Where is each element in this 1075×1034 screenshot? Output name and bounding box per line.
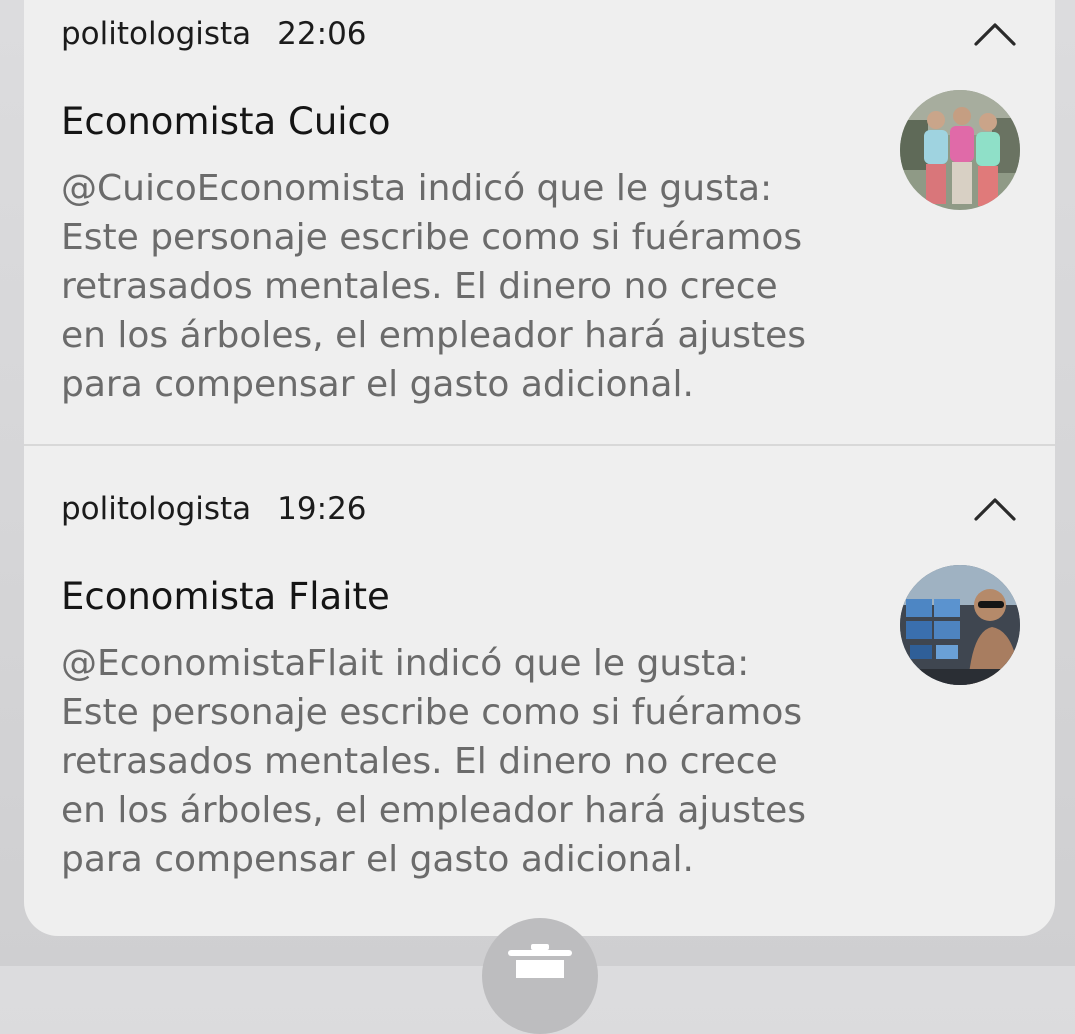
notification-body: @CuicoEconomista indicó que le gusta: Es… (61, 164, 861, 409)
clear-all-button[interactable] (482, 918, 598, 1034)
notification-group: politologista 22:06 Economista Cuico @Cu… (24, 0, 1055, 936)
app-name: politologista (61, 16, 252, 52)
notification-header: politologista 22:06 (61, 12, 367, 56)
notification-body-line: @CuicoEconomista indicó que le gusta: (61, 168, 773, 209)
notification-body-line: en los árboles, el empleador hará ajuste… (61, 790, 806, 831)
app-name: politologista (61, 491, 252, 527)
notification-card[interactable]: politologista 19:26 Economista Flaite @E… (24, 475, 1055, 936)
notification-time: 22:06 (277, 16, 367, 52)
notification-body-line: @EconomistaFlait indicó que le gusta: (61, 643, 750, 684)
notification-body-line: en los árboles, el empleador hará ajuste… (61, 315, 806, 356)
notification-body-line: retrasados mentales. El dinero no crece (61, 266, 778, 307)
avatar (900, 90, 1020, 210)
divider (24, 444, 1055, 446)
notification-body-line: para compensar el gasto adicional. (61, 839, 694, 880)
notification-body: @EconomistaFlait indicó que le gusta: Es… (61, 639, 861, 884)
notification-header: politologista 19:26 (61, 487, 367, 531)
trash-icon (508, 944, 572, 978)
notification-title: Economista Flaite (61, 575, 390, 618)
chevron-up-icon[interactable] (973, 12, 1017, 56)
notification-card[interactable]: politologista 22:06 Economista Cuico @Cu… (24, 0, 1055, 474)
notification-body-line: Este personaje escribe como si fuéramos (61, 217, 803, 258)
avatar (900, 565, 1020, 685)
notification-time: 19:26 (277, 491, 367, 527)
notification-body-line: Este personaje escribe como si fuéramos (61, 692, 803, 733)
chevron-up-icon[interactable] (973, 487, 1017, 531)
notification-body-line: para compensar el gasto adicional. (61, 364, 694, 405)
notification-title: Economista Cuico (61, 100, 391, 143)
notification-body-line: retrasados mentales. El dinero no crece (61, 741, 778, 782)
